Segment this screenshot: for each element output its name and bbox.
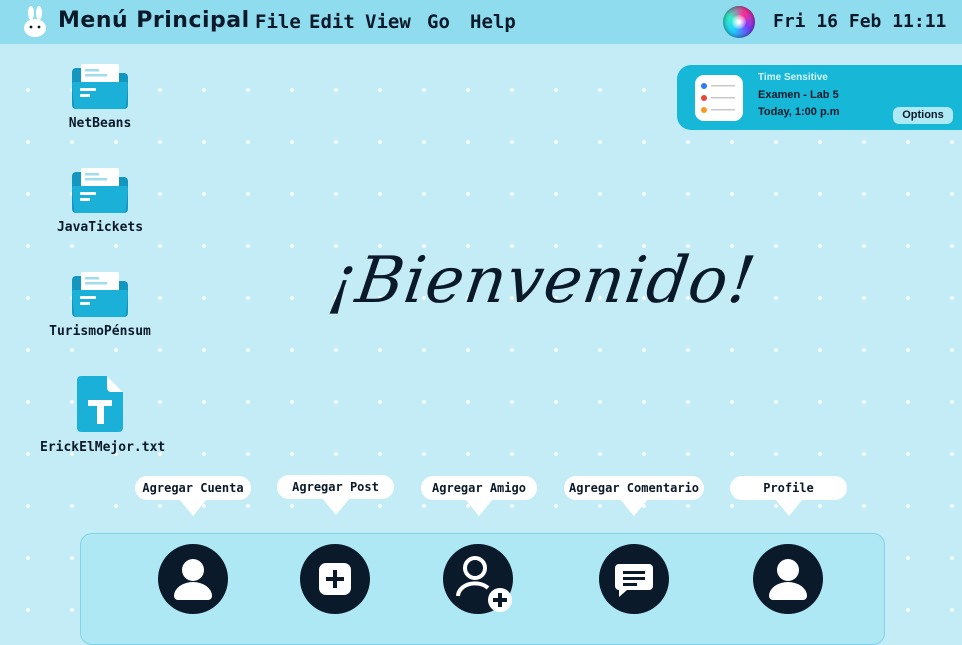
profile-button[interactable]	[753, 544, 823, 614]
notification-banner[interactable]: Time Sensitive Examen - Lab 5 Today, 1:0…	[677, 65, 962, 130]
profile-icon	[769, 559, 807, 600]
welcome-text: ¡Bienvenido!	[324, 244, 761, 318]
folder-icon	[72, 168, 128, 214]
notification-time: Today, 1:00 p.m	[758, 106, 840, 118]
desktop-icon-turismopensum[interactable]: TurismoPénsum	[40, 270, 160, 339]
desktop-icon-label: TurismoPénsum	[49, 324, 151, 339]
tooltip-agregar-amigo: Agregar Amigo	[421, 476, 537, 516]
add-comment-button[interactable]	[599, 544, 669, 614]
desktop-icon-netbeans[interactable]: NetBeans	[40, 62, 160, 131]
options-button[interactable]: Options	[893, 107, 953, 124]
desktop-icon-javatickets[interactable]: JavaTickets	[40, 166, 160, 235]
clock: Fri 16 Feb 11:11	[773, 11, 947, 32]
add-account-icon	[174, 559, 212, 600]
add-friend-button[interactable]	[443, 544, 513, 614]
menu-file[interactable]: File	[255, 11, 301, 33]
add-post-icon	[319, 563, 351, 595]
folder-icon	[72, 272, 128, 318]
menu-edit[interactable]: Edit	[309, 11, 355, 33]
menu-bar: Menú Principal File Edit View Go Help Fr…	[0, 0, 962, 44]
notification-kind: Time Sensitive	[758, 72, 828, 83]
app-title: Menú Principal	[58, 8, 250, 33]
add-comment-icon	[615, 564, 653, 597]
menu-help[interactable]: Help	[470, 11, 516, 33]
folder-icon	[72, 64, 128, 110]
menu-go[interactable]: Go	[427, 11, 450, 33]
tooltip-agregar-cuenta: Agregar Cuenta	[135, 476, 251, 516]
siri-icon[interactable]	[723, 6, 755, 38]
notification-title: Examen - Lab 5	[758, 89, 839, 101]
text-file-icon	[77, 376, 123, 432]
add-friend-icon	[456, 556, 512, 612]
desktop-icon-label: JavaTickets	[56, 220, 144, 235]
reminders-icon	[695, 75, 743, 121]
tooltip-agregar-post: Agregar Post	[277, 475, 394, 515]
add-account-button[interactable]	[158, 544, 228, 614]
desktop-icon-label: ErickElMejor.txt	[40, 440, 166, 455]
add-post-button[interactable]	[300, 544, 370, 614]
menu-view[interactable]: View	[365, 11, 411, 33]
tooltip-profile: Profile	[730, 476, 847, 516]
rabbit-icon[interactable]	[22, 6, 48, 38]
tooltip-agregar-comentario: Agregar Comentario	[564, 476, 704, 516]
desktop-icon-label: NetBeans	[68, 116, 132, 131]
desktop-icon-erickelmejor[interactable]: ErickElMejor.txt	[40, 374, 166, 455]
